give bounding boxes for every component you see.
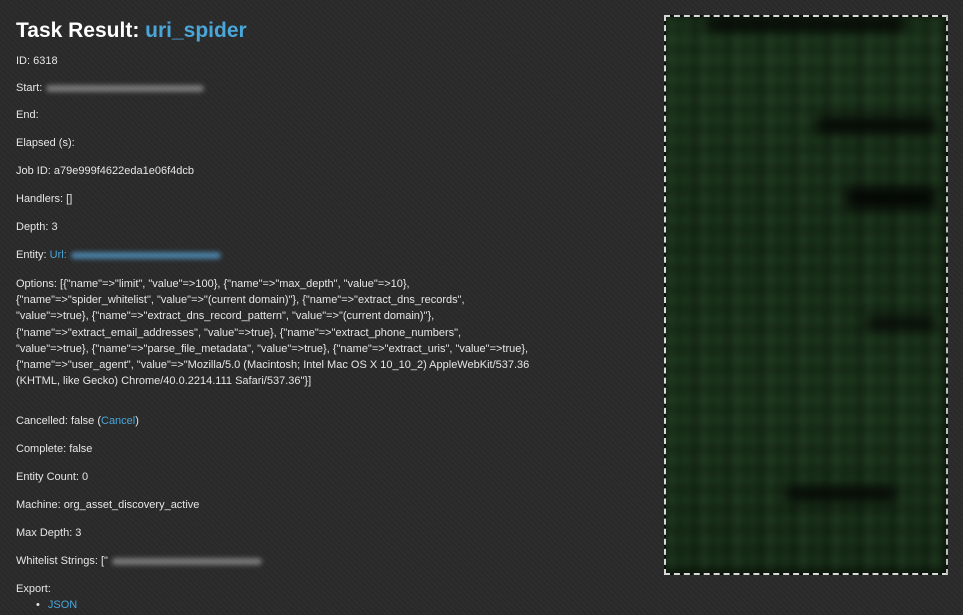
options-line: (KHTML, like Gecko) Chrome/40.0.2214.111…: [16, 375, 312, 388]
redacted-start-time: [46, 84, 205, 92]
complete-field: Complete: false: [16, 443, 93, 455]
options-field: Options: [{"name"=>"limit", "value"=>100…: [16, 276, 652, 389]
machine-field: Machine: org_asset_discovery_active: [16, 499, 200, 511]
job-id-field: Job ID: a79e999f4622eda1e06f4dcb: [16, 165, 194, 177]
options-line: {"name"=>"extract_email_addresses", "val…: [16, 326, 462, 339]
task-result-panel: Task Result: uri_spider ID: 6318 Start: …: [16, 0, 652, 615]
options-line: {"name"=>"user_agent", "value"=>"Mozilla…: [16, 359, 530, 372]
entity-field: Entity: Url:: [16, 248, 221, 262]
redacted-whitelist: [111, 557, 262, 565]
preview-dark-band: [816, 117, 936, 133]
export-list: • JSON: [36, 598, 77, 612]
page-title-prefix: Task Result:: [16, 19, 146, 42]
whitelist-label: Whitelist Strings: [": [16, 555, 108, 567]
preview-dark-band: [706, 17, 906, 31]
depth-field: Depth: 3: [16, 221, 58, 233]
handlers-field: Handlers: []: [16, 193, 73, 205]
export-label: Export:: [16, 583, 51, 595]
cancelled-suffix: ): [135, 415, 139, 427]
elapsed-field: Elapsed (s):: [16, 137, 75, 149]
page-title: Task Result: uri_spider: [16, 18, 247, 44]
start-field: Start:: [16, 81, 205, 95]
cancelled-status: Cancelled: false (: [16, 415, 101, 427]
cancelled-field: Cancelled: false (Cancel): [16, 414, 139, 428]
bullet-icon: •: [36, 599, 40, 611]
options-line: {"name"=>"spider_whitelist", "value"=>"(…: [16, 294, 465, 307]
preview-dark-band: [846, 187, 936, 209]
task-name: uri_spider: [145, 19, 247, 42]
entity-label: Entity:: [16, 249, 47, 261]
end-field: End:: [16, 109, 39, 121]
max-depth-field: Max Depth: 3: [16, 527, 82, 539]
cancel-link[interactable]: Cancel: [101, 415, 135, 427]
task-id: ID: 6318: [16, 55, 58, 67]
export-json-link[interactable]: JSON: [48, 599, 77, 611]
redacted-entity-url: [70, 251, 221, 259]
whitelist-field: Whitelist Strings: [": [16, 554, 262, 568]
entity-type: Url:: [49, 249, 67, 261]
entity-link[interactable]: Url:: [50, 249, 221, 261]
options-line: "value"=>true}, {"name"=>"parse_file_met…: [16, 342, 529, 355]
screenshot-preview: [664, 15, 948, 575]
start-label: Start:: [16, 82, 43, 94]
options-line: Options: [{"name"=>"limit", "value"=>100…: [16, 278, 410, 290]
entity-count-field: Entity Count: 0: [16, 471, 89, 483]
preview-dark-band: [866, 317, 936, 329]
preview-dark-band: [786, 487, 896, 501]
options-line: "value"=>true}, {"name"=>"extract_dns_re…: [16, 310, 435, 323]
